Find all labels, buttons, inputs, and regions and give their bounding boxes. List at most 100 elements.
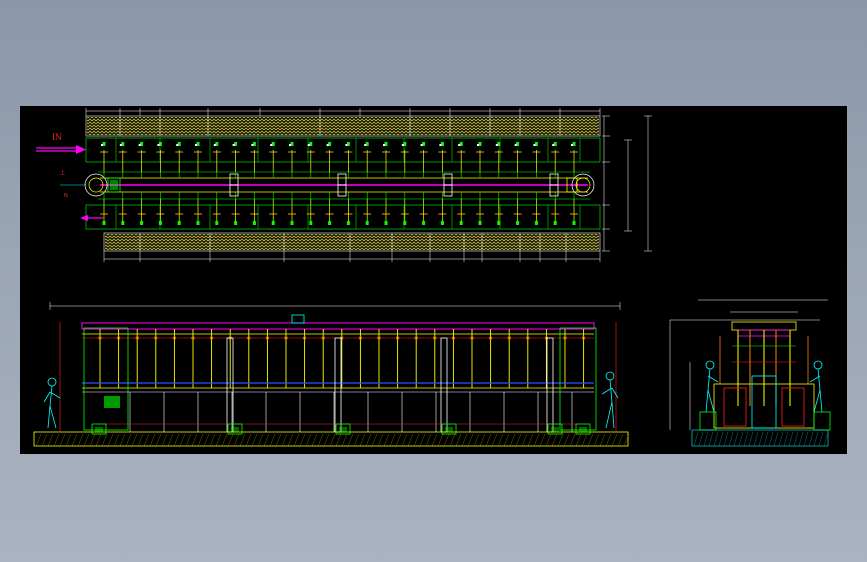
rail-mark — [420, 144, 423, 146]
ground-hatch — [437, 433, 444, 447]
ground-hatch — [101, 433, 108, 447]
ground-hatch — [179, 433, 186, 447]
ground-hatch — [443, 433, 450, 447]
hanger-clip — [177, 221, 181, 225]
ground-hatch — [473, 433, 480, 447]
ground-hatch — [77, 433, 84, 447]
rail-mark — [157, 144, 160, 146]
in-label: IN — [52, 132, 62, 142]
ground-hatch — [798, 431, 804, 447]
hanger-clip — [140, 221, 144, 225]
in-arrow-icon — [36, 145, 86, 154]
ground-hatch — [173, 433, 180, 447]
worker-left-icon — [43, 377, 61, 429]
ground-hatch — [713, 431, 719, 447]
hanger-clip — [459, 221, 463, 225]
rail-mark — [138, 144, 141, 146]
hanger-clip — [403, 221, 407, 225]
ground-hatch — [383, 433, 390, 447]
ground-hatch — [365, 433, 372, 447]
hanger-clip — [384, 221, 388, 225]
ground-hatch — [693, 431, 699, 447]
hanger-clip — [497, 221, 501, 225]
front-elevation-view — [33, 302, 630, 447]
ground-hatch — [728, 431, 734, 447]
ground-hatch — [161, 433, 168, 447]
ground-hatch — [491, 433, 498, 447]
ground-hatch — [395, 433, 402, 447]
hanger-clip — [309, 221, 313, 225]
ground-hatch — [773, 431, 779, 447]
ground-hatch — [569, 433, 576, 447]
ground-hatch — [389, 433, 396, 447]
top-green-rail — [85, 137, 601, 163]
ground-hatch — [431, 433, 438, 447]
worker-side-left-icon — [705, 360, 719, 413]
ground-hatch — [95, 433, 102, 447]
ground-hatch — [89, 433, 96, 447]
hanger-clip — [158, 221, 162, 225]
ground-hatch — [753, 431, 759, 447]
plan-view: IN 上 N — [36, 108, 652, 262]
ground-hatch — [479, 433, 486, 447]
rail-mark — [533, 144, 536, 146]
ground-hatch — [587, 433, 594, 447]
ground-hatch — [708, 431, 714, 447]
ground-hatch — [703, 431, 709, 447]
ground-hatch — [563, 433, 570, 447]
ground-hatch — [41, 433, 48, 447]
ground-hatch — [107, 433, 114, 447]
rail-mark — [439, 144, 442, 146]
hanger-clip — [440, 221, 444, 225]
ground-hatch — [788, 431, 794, 447]
rail-mark — [289, 144, 291, 146]
ground-hatch — [53, 433, 60, 447]
ground-hatch — [119, 433, 126, 447]
ground-hatch — [605, 433, 612, 447]
ground-hatch — [257, 433, 264, 447]
hanger-clip — [290, 221, 294, 225]
hanger-clip — [365, 221, 369, 225]
rail-mark — [345, 144, 348, 146]
ground-hatch — [461, 433, 468, 447]
rail-mark — [270, 144, 273, 146]
column — [440, 337, 448, 433]
column — [546, 337, 554, 433]
ground-hatch — [353, 433, 360, 447]
rail-mark — [477, 144, 479, 146]
rail-mark — [383, 144, 385, 146]
ground-hatch — [245, 433, 252, 447]
hanger-clip — [516, 221, 520, 225]
ground-hatch — [251, 433, 258, 447]
side-mark-top: 上 — [60, 169, 65, 176]
rail-mark — [552, 144, 555, 146]
ground-hatch — [503, 433, 510, 447]
ground-hatch — [65, 433, 72, 447]
ground-hatch — [455, 433, 462, 447]
hanger-clip — [534, 221, 538, 225]
bottom-green-rail — [85, 204, 601, 230]
ground-hatch — [347, 433, 354, 447]
ground-hatch — [191, 433, 198, 447]
rail-mark — [364, 144, 367, 146]
ground-hatch — [581, 433, 588, 447]
ground-hatch — [748, 431, 754, 447]
out-arrow-icon — [80, 215, 104, 221]
cad-drawing-canvas: IN 上 N — [20, 106, 847, 454]
ground-hatch — [413, 433, 420, 447]
ground-hatch — [269, 433, 276, 447]
rail-mark — [307, 144, 310, 146]
ground-hatch — [527, 433, 534, 447]
ground-hatch — [305, 433, 312, 447]
ground-hatch — [808, 431, 814, 447]
ground-hatch — [227, 433, 234, 447]
ground-hatch — [359, 433, 366, 447]
ground-hatch — [733, 431, 739, 447]
ground-hatch — [281, 433, 288, 447]
ground-hatch — [763, 431, 769, 447]
ground-hatch — [818, 431, 824, 447]
ground-hatch — [758, 431, 764, 447]
worker-side-right-icon — [809, 360, 823, 413]
ground-hatch — [131, 433, 138, 447]
ground-hatch — [47, 433, 54, 447]
